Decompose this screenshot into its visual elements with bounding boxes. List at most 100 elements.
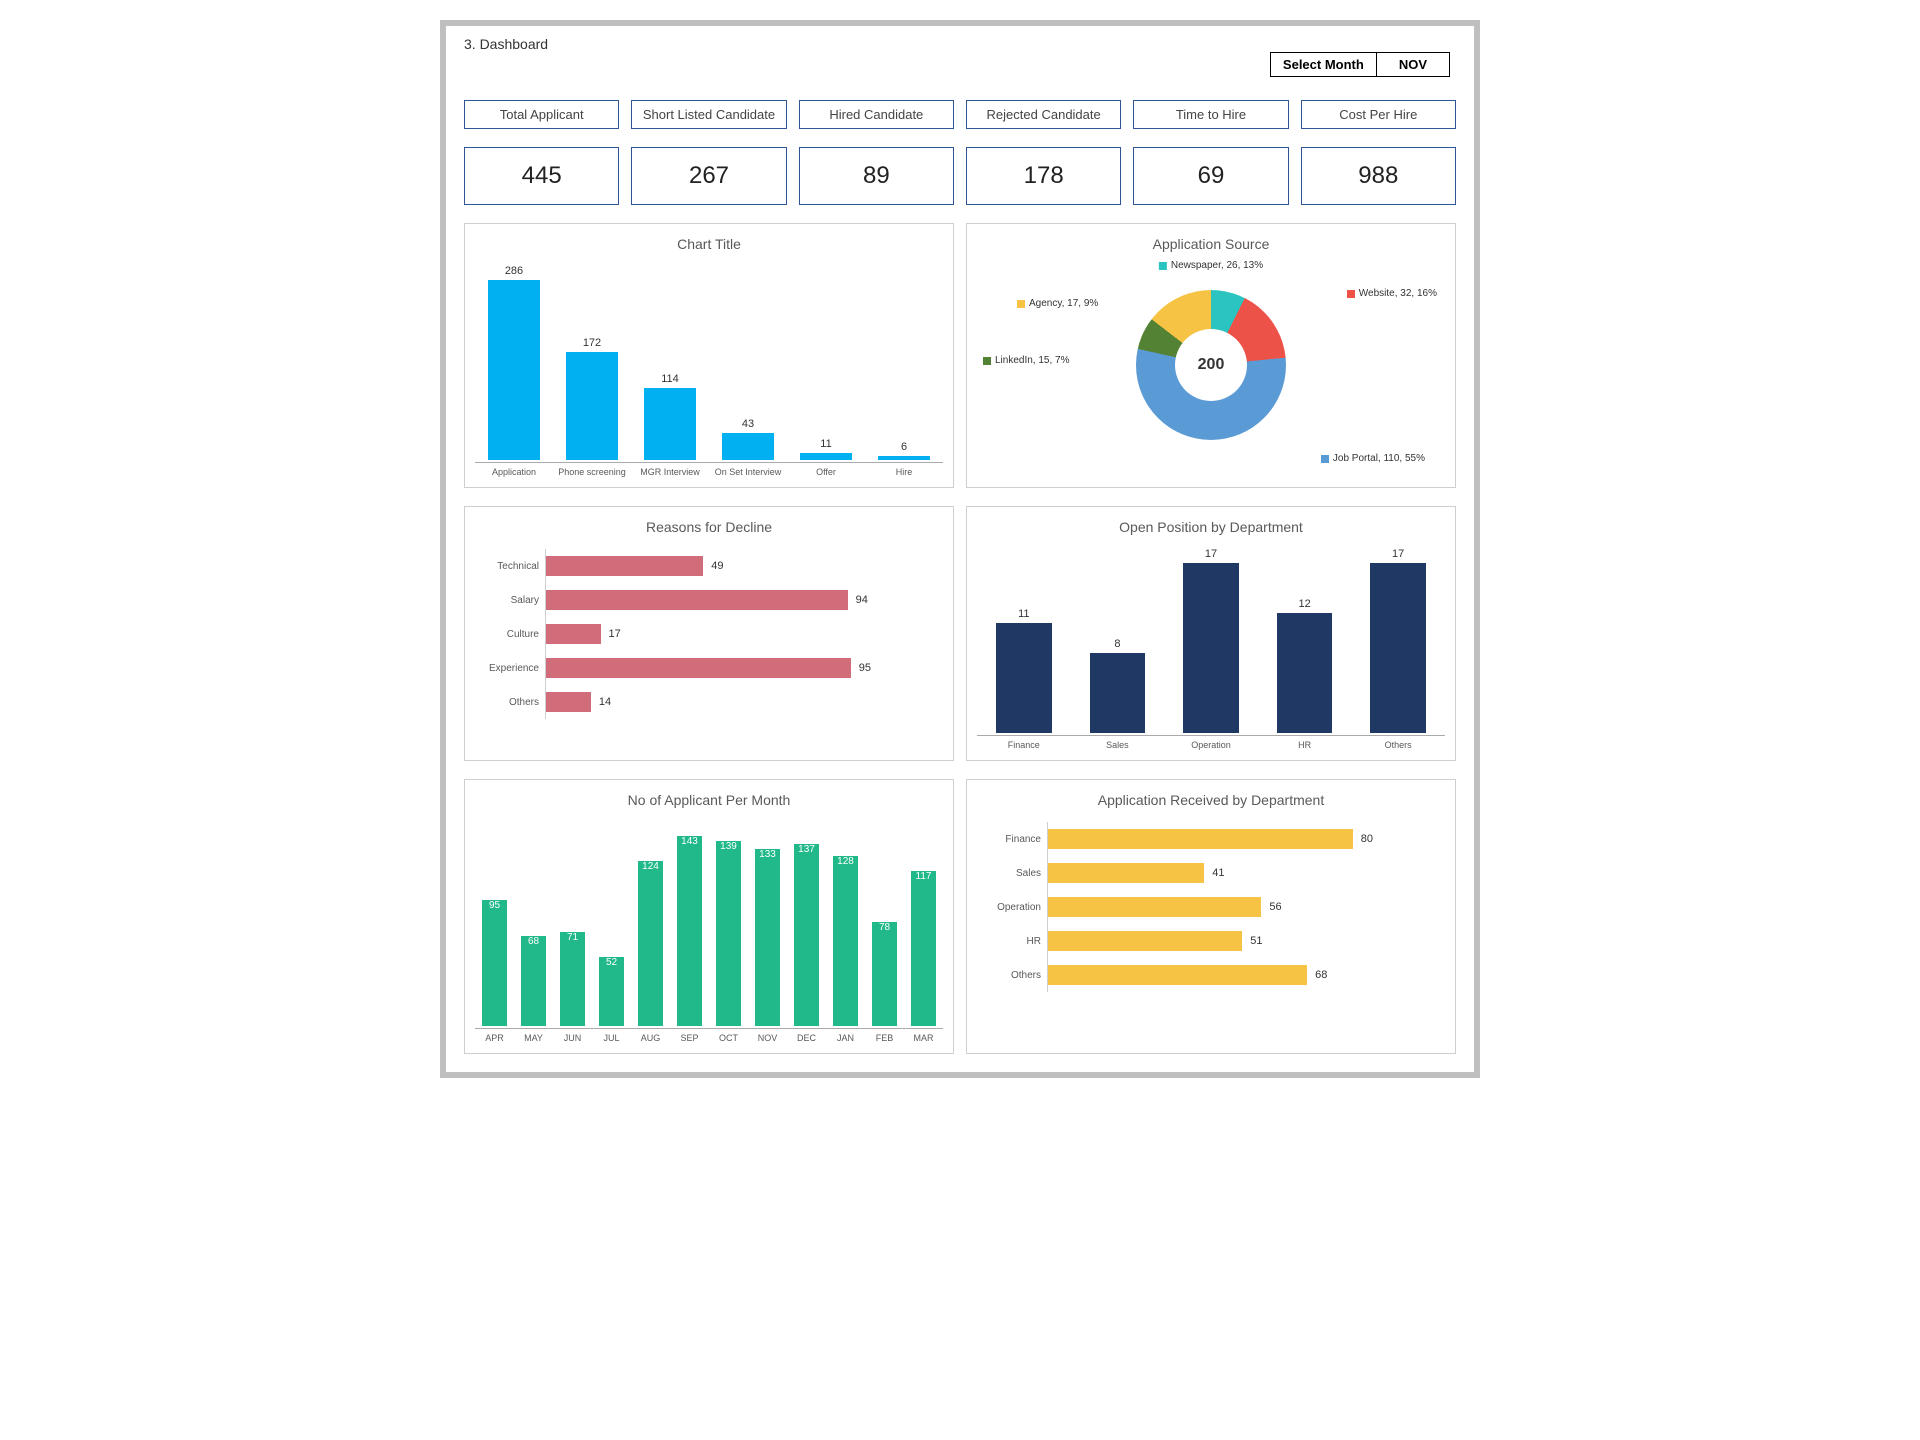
bar [644,388,696,460]
donut-center: 200 [1175,329,1247,401]
kpi-value: 178 [966,147,1121,205]
bar-category: HR [977,936,1047,947]
donut-label: Agency, 17, 9% [1017,298,1098,309]
bar-value: 49 [711,560,723,572]
legend-swatch [1347,290,1355,298]
bar [638,861,663,1026]
donut-label: Job Portal, 110, 55% [1321,453,1425,464]
bar [872,922,897,1026]
bar-value: 68 [1315,969,1327,981]
bar-value: 17 [1392,548,1404,560]
bar-category: Phone screening [553,463,631,477]
bar-value: 71 [567,932,578,943]
bar-value: 117 [916,871,932,882]
bar-value: 56 [1269,901,1281,913]
bar [1048,897,1261,917]
bar [755,849,780,1026]
chart-per-month: No of Applicant Per Month 95 68 71 52 12… [464,779,954,1054]
donut-label: Newspaper, 26, 13% [1159,260,1263,271]
bar-category: On Set Interview [709,463,787,477]
bar-value: 95 [489,900,500,911]
bar [482,900,507,1026]
bar [833,856,858,1026]
bar-value: 6 [901,441,907,453]
bar-value: 133 [759,849,776,860]
bar-category: DEC [787,1029,826,1043]
bar [878,456,930,460]
kpi-label: Total Applicant [464,100,619,129]
bar [546,590,848,610]
bar-value: 95 [859,662,871,674]
bar [996,623,1052,733]
bar-value: 143 [681,836,698,847]
bar-category: SEP [670,1029,709,1043]
kpi-value: 69 [1133,147,1288,205]
bar [677,836,702,1026]
bar [1048,829,1353,849]
kpi-row: Total Applicant 445 Short Listed Candidat… [464,100,1456,205]
bar-category: Operation [1164,736,1258,750]
selected-month[interactable]: NOV [1377,52,1450,77]
bar-category: JUN [553,1029,592,1043]
bar-category: Others [1351,736,1445,750]
bar-category: Application [475,463,553,477]
bar-value: 12 [1298,598,1310,610]
bar-category: Culture [475,629,545,640]
chart-open-pos: Open Position by Department 11 8 17 12 1… [966,506,1456,761]
bar-value: 43 [742,418,754,430]
bar [1048,965,1307,985]
bar-category: MAY [514,1029,553,1043]
bar [1183,563,1239,733]
kpi-value: 445 [464,147,619,205]
bar-category: FEB [865,1029,904,1043]
kpi-label: Short Listed Candidate [631,100,786,129]
bar-category: OCT [709,1029,748,1043]
bar-category: Offer [787,463,865,477]
bar-value: 17 [1205,548,1217,560]
chart-funnel: Chart Title 286 172 114 43 11 6 Applicat… [464,223,954,488]
donut: 200 [1136,290,1286,440]
donut-label: Website, 32, 16% [1347,288,1437,299]
chart-by-dept: Application Received by Department Finan… [966,779,1456,1054]
bar-category: Others [977,970,1047,981]
legend-swatch [1159,262,1167,270]
bar-value: 17 [609,628,621,640]
bar-value: 137 [798,844,815,855]
bar-category: Sales [1071,736,1165,750]
bar-category: Hire [865,463,943,477]
bar [560,932,585,1026]
bar [800,453,852,460]
bar-value: 80 [1361,833,1373,845]
bar-category: JAN [826,1029,865,1043]
kpi-label: Cost Per Hire [1301,100,1456,129]
bar [566,352,618,460]
bar [911,871,936,1026]
bar-category: APR [475,1029,514,1043]
bar [488,280,540,460]
month-selector: Select Month NOV [1270,52,1450,77]
bar-value: 11 [1018,608,1029,620]
bar [794,844,819,1026]
bar-category: HR [1258,736,1352,750]
bar-value: 68 [528,936,539,947]
select-month-label: Select Month [1270,52,1377,77]
bar [546,692,591,712]
bar-category: MGR Interview [631,463,709,477]
bar [1090,653,1146,733]
kpi-value: 988 [1301,147,1456,205]
bar-category: AUG [631,1029,670,1043]
bar-value: 172 [583,337,601,349]
bar-value: 52 [606,957,617,968]
donut-label: LinkedIn, 15, 7% [983,355,1070,366]
chart-title: Chart Title [475,232,943,260]
kpi-value: 267 [631,147,786,205]
legend-swatch [1017,300,1025,308]
bar-category: Finance [977,834,1047,845]
bar-value: 139 [720,841,737,852]
bar-value: 286 [505,265,523,277]
dashboard-page: 3. Dashboard Select Month NOV Total Appl… [440,20,1480,1078]
bar-value: 14 [599,696,611,708]
bar-value: 8 [1114,638,1120,650]
bar [722,433,774,460]
chart-title: Application Received by Department [977,788,1445,816]
